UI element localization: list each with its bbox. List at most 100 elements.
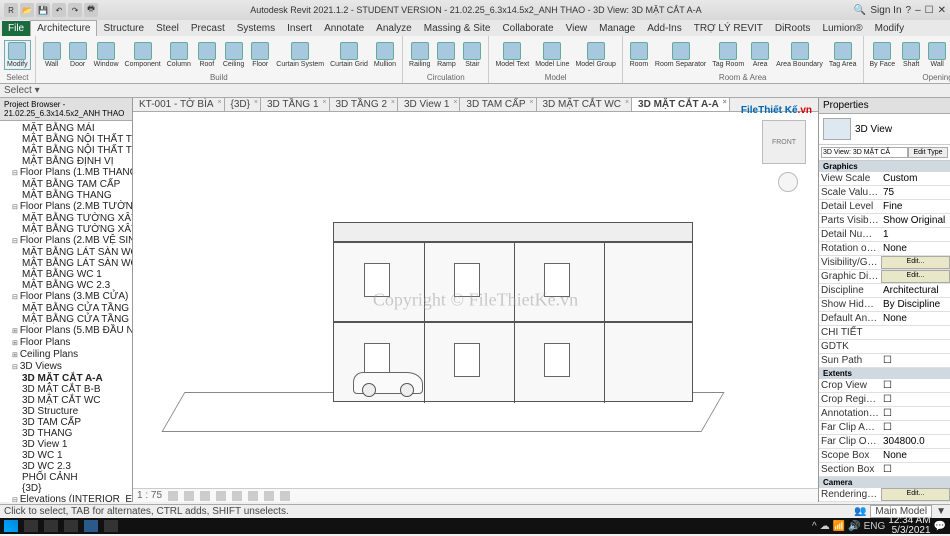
tree-node[interactable]: Floor Plans (2.MB TƯỜNG XÂY) bbox=[2, 201, 130, 213]
save-icon[interactable]: 💾 bbox=[36, 3, 50, 17]
tree-node[interactable]: Floor Plans (2.MB VỆ SINH) bbox=[2, 235, 130, 247]
task-view-icon[interactable] bbox=[44, 520, 58, 532]
start-button[interactable] bbox=[4, 520, 18, 532]
tray-cloud-icon[interactable]: ☁ bbox=[820, 521, 830, 532]
tray-lang[interactable]: ENG bbox=[864, 521, 886, 532]
model-group-button[interactable]: Model Group bbox=[573, 41, 617, 69]
tree-node[interactable]: 3D View 1 bbox=[2, 439, 130, 450]
property-value[interactable]: None bbox=[881, 242, 950, 255]
view-canvas[interactable]: FRONT bbox=[133, 112, 818, 488]
property-value[interactable]: 75 bbox=[881, 186, 950, 199]
tree-node[interactable]: {3D} bbox=[2, 483, 130, 494]
ribbon-tab-collaborate[interactable]: Collaborate bbox=[496, 21, 559, 36]
revit-taskbar-icon[interactable] bbox=[84, 520, 98, 532]
tree-node[interactable]: 3D WC 1 bbox=[2, 450, 130, 461]
view-tab[interactable]: {3D} bbox=[225, 98, 261, 111]
detail-level-icon[interactable] bbox=[168, 491, 178, 501]
tree-node[interactable]: PHỐI CẢNH bbox=[2, 472, 130, 483]
ribbon-tab-diroots[interactable]: DiRoots bbox=[769, 21, 817, 36]
navigation-wheel-icon[interactable] bbox=[778, 172, 798, 192]
ribbon-tab-annotate[interactable]: Annotate bbox=[318, 21, 370, 36]
app-taskbar-icon[interactable] bbox=[104, 520, 118, 532]
tree-node[interactable]: Ceiling Plans bbox=[2, 349, 130, 361]
property-value[interactable]: Fine bbox=[881, 200, 950, 213]
property-value[interactable]: Show Original bbox=[881, 214, 950, 227]
tree-node[interactable]: Floor Plans bbox=[2, 337, 130, 349]
property-value[interactable] bbox=[881, 354, 950, 367]
reveal-hidden-icon[interactable] bbox=[280, 491, 290, 501]
taskbar-clock[interactable]: 12:34 AM 5/3/2021 bbox=[888, 516, 930, 536]
floor-button[interactable]: Floor bbox=[248, 41, 272, 69]
explorer-icon[interactable] bbox=[64, 520, 78, 532]
curtain-system-button[interactable]: Curtain System bbox=[274, 41, 326, 69]
ribbon-tab-add-ins[interactable]: Add-Ins bbox=[641, 21, 687, 36]
search-icon[interactable]: 🔍 bbox=[854, 5, 866, 16]
area-button[interactable]: Area bbox=[748, 41, 772, 69]
ribbon-tab-modify[interactable]: Modify bbox=[869, 21, 910, 36]
tree-node[interactable]: Floor Plans (5.MB ĐẦU NỐI ME) bbox=[2, 325, 130, 337]
ribbon-tab-view[interactable]: View bbox=[560, 21, 594, 36]
shaft-button[interactable]: Shaft bbox=[899, 41, 923, 69]
ramp-button[interactable]: Ramp bbox=[434, 41, 458, 69]
model-line-button[interactable]: Model Line bbox=[533, 41, 571, 69]
curtain-grid-button[interactable]: Curtain Grid bbox=[328, 41, 370, 69]
ribbon-tab-insert[interactable]: Insert bbox=[281, 21, 318, 36]
open-icon[interactable]: 📂 bbox=[20, 3, 34, 17]
tree-node[interactable]: MẶT BẰNG THANG bbox=[2, 190, 130, 201]
property-value[interactable]: 1 bbox=[881, 228, 950, 241]
room-button[interactable]: Room bbox=[627, 41, 651, 69]
view-tab[interactable]: 3D TAM CẤP bbox=[460, 98, 536, 111]
tray-volume-icon[interactable]: 🔊 bbox=[848, 521, 860, 532]
modify-button[interactable]: Modify bbox=[4, 40, 31, 70]
tree-node[interactable]: MẶT BẰNG CỬA TẦNG 2 bbox=[2, 314, 130, 325]
area-boundary-button[interactable]: Area Boundary bbox=[774, 41, 825, 69]
wall-button[interactable]: Wall bbox=[925, 41, 949, 69]
sun-path-icon[interactable] bbox=[200, 491, 210, 501]
tag-area-button[interactable]: Tag Area bbox=[827, 41, 859, 69]
property-value[interactable]: None bbox=[881, 449, 950, 462]
ribbon-tab-massing-site[interactable]: Massing & Site bbox=[418, 21, 497, 36]
property-value[interactable]: Edit... bbox=[881, 270, 950, 283]
view-tab[interactable]: 3D MẶT CẮT WC bbox=[537, 98, 633, 111]
ribbon-tab-architecture[interactable]: Architecture bbox=[30, 20, 97, 36]
tree-node[interactable]: 3D WC 2.3 bbox=[2, 461, 130, 472]
property-value[interactable]: Architectural bbox=[881, 284, 950, 297]
property-value[interactable]: None bbox=[881, 312, 950, 325]
tree-node[interactable]: MẶT BẰNG WC 2.3 bbox=[2, 280, 130, 291]
view-tab[interactable]: KT-001 - TỜ BÌA bbox=[133, 98, 225, 111]
property-value[interactable] bbox=[881, 340, 950, 353]
crop-view-icon[interactable] bbox=[248, 491, 258, 501]
view-scale[interactable]: 1 : 75 bbox=[137, 490, 162, 501]
door-button[interactable]: Door bbox=[66, 41, 90, 69]
ribbon-tab-analyze[interactable]: Analyze bbox=[370, 21, 418, 36]
viewcube[interactable]: FRONT bbox=[762, 120, 806, 164]
property-section-header[interactable]: Extents bbox=[819, 368, 950, 379]
ribbon-tab-steel[interactable]: Steel bbox=[150, 21, 185, 36]
tree-node[interactable]: MẶT BẰNG TAM CẤP bbox=[2, 179, 130, 190]
tree-node[interactable]: 3D Views bbox=[2, 361, 130, 373]
roof-button[interactable]: Roof bbox=[195, 41, 219, 69]
mullion-button[interactable]: Mullion bbox=[372, 41, 398, 69]
tree-node[interactable]: 3D MẶT CẮT WC bbox=[2, 395, 130, 406]
select-dropdown[interactable]: Select ▾ bbox=[4, 85, 40, 96]
tree-node[interactable]: Floor Plans (3.MB CỬA) bbox=[2, 291, 130, 303]
tree-node[interactable]: MẶT BẰNG LÁT SÀN WC 2.3 bbox=[2, 258, 130, 269]
room-separator-button[interactable]: Room Separator bbox=[653, 41, 708, 69]
model-text-button[interactable]: Model Text bbox=[493, 41, 531, 69]
tree-node[interactable]: 3D MẶT CẮT B-B bbox=[2, 384, 130, 395]
component-button[interactable]: Component bbox=[123, 41, 163, 69]
property-value[interactable] bbox=[881, 421, 950, 434]
tree-node[interactable]: 3D THANG bbox=[2, 428, 130, 439]
tree-node[interactable]: Elevations (INTERIOR_ELEVATION) bbox=[2, 494, 130, 502]
edit-type-button[interactable]: Edit Type bbox=[908, 147, 948, 158]
railing-button[interactable]: Railing bbox=[407, 41, 432, 69]
redo-icon[interactable]: ↷ bbox=[68, 3, 82, 17]
tree-node[interactable]: MẶT BẰNG NỘI THẤT TẦNG 1 bbox=[2, 134, 130, 145]
rendering-icon[interactable] bbox=[232, 491, 242, 501]
undo-icon[interactable]: ↶ bbox=[52, 3, 66, 17]
maximize-icon[interactable]: ☐ bbox=[925, 5, 934, 16]
property-value[interactable] bbox=[881, 463, 950, 476]
view-tab[interactable]: 3D TẦNG 2 bbox=[330, 98, 399, 111]
property-value[interactable]: Custom bbox=[881, 172, 950, 185]
ribbon-tab-tr-l-revit[interactable]: TRỢ LÝ REVIT bbox=[688, 21, 769, 36]
